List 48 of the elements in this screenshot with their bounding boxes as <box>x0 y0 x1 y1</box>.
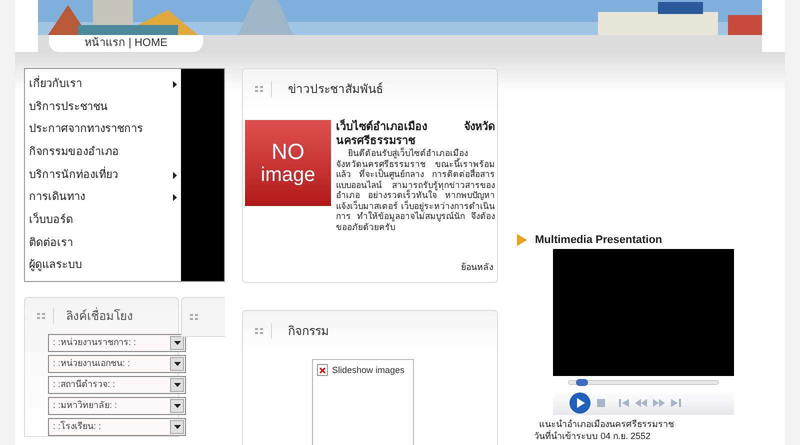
caret-icon <box>173 172 177 179</box>
caret-down-icon <box>174 362 180 366</box>
panel-title: ข่าวประชาสัมพันธ์ <box>288 81 383 98</box>
placeholder-text: NO <box>272 140 304 164</box>
panel-title: กิจกรรม <box>288 323 329 340</box>
broken-image-icon <box>317 364 328 376</box>
caret-down-icon <box>174 404 180 408</box>
news-headline[interactable]: เว็บไซต์อำเภอเมือง จังหวัดนครศรีธรรมราช <box>336 120 495 148</box>
play-arrow-icon <box>517 234 527 246</box>
grip-icon <box>255 328 263 334</box>
menu-item[interactable]: ผู้ดูแลระบบ <box>25 254 181 278</box>
caret-icon <box>173 194 177 202</box>
menu-item[interactable]: บริการประชาชน <box>25 96 181 118</box>
previous-icon[interactable] <box>619 398 629 406</box>
menu-item[interactable]: การเดินทาง <box>25 186 181 210</box>
caret-down-icon <box>174 383 180 387</box>
menu-item[interactable]: กิจกรรมของอำเภอ <box>25 141 181 164</box>
grip-icon <box>255 86 263 92</box>
grip-icon <box>37 313 45 319</box>
home-tab[interactable]: หน้าแรก | HOME <box>49 35 203 52</box>
menu-item[interactable]: ประกาศจากทางราชการ <box>25 118 181 142</box>
menu-item[interactable]: เว็บบอร์ด <box>25 209 181 232</box>
fast-forward-icon[interactable] <box>653 398 665 406</box>
dropdown[interactable]: : :โรงเรียน: : <box>48 418 186 436</box>
panel-title: ลิงค์เชื่อมโยง <box>66 307 133 325</box>
dropdown[interactable]: : :หน่วยงานเอกชน: : <box>48 355 186 373</box>
section-title: Multimedia Presentation <box>535 233 662 248</box>
caret-icon <box>173 80 177 88</box>
menu-item[interactable]: ติดต่อเรา <box>25 232 181 254</box>
grip-icon <box>190 314 198 320</box>
menu-item[interactable]: บริการนักท่องเที่ยว <box>25 164 181 186</box>
news-body: ยินดีต้อนรับสู่เว็บไซต์อำเภอเมือง จังหวัดนครศรีธรรมราช ขณะนี้เราพร้อมแล้ว ที่จะเป็นศูนย์กลาง การติดต่อสื่อสารแบบออนไลน์ สามารถรับรู้ทุกข่าวสารของอำเภอ อย่างรวดเร็วทันใจ หากพบปัญหาแจ้งเว็บมาสเตอร์ เว็บอยู่ระหว่างการดำเนินการ ทำให้ข้อมูลอาจไม่สมบูรณ์นัก จึงต้องขออภัยด้วยครับ <box>336 148 495 232</box>
dropdown[interactable]: : :หน่วยงานราชการ: : <box>48 334 186 352</box>
play-button[interactable] <box>569 392 591 414</box>
seek-thumb[interactable] <box>576 378 588 386</box>
menu-item[interactable]: เกี่ยวกับเรา <box>25 73 181 96</box>
video-date: วันที่นำเข้าระบบ 04 ก.ย. 2552 <box>534 430 652 442</box>
placeholder-text: image <box>260 164 316 186</box>
slideshow-label: Slideshow images <box>332 364 405 377</box>
rewind-icon[interactable] <box>635 398 647 406</box>
video-caption: แนะนำอำเภอเมืองนครศรีธรรมราช <box>539 418 675 430</box>
stop-icon[interactable] <box>597 398 605 406</box>
caret-down-icon <box>174 341 180 345</box>
dropdown[interactable]: : :สถานีตำรวจ: : <box>48 376 186 394</box>
caret-down-icon <box>174 425 180 429</box>
dropdown[interactable]: : :มหาวิทยาลัย: : <box>48 397 186 415</box>
next-icon[interactable] <box>671 398 681 406</box>
more-link[interactable]: ย้อนหลัง <box>461 260 493 274</box>
